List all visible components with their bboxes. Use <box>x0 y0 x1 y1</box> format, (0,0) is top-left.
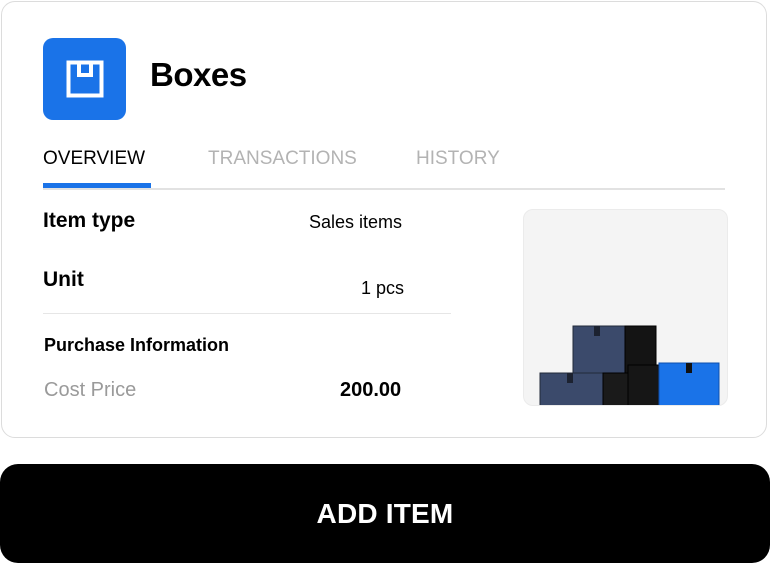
divider <box>43 313 451 314</box>
item-type-value: Sales items <box>309 212 403 232</box>
tab-bar: OVERVIEW TRANSACTIONS HISTORY <box>43 145 725 190</box>
tab-overview[interactable]: OVERVIEW <box>43 148 145 170</box>
unit-value: 1 pcs <box>361 278 405 298</box>
boxes-illustration <box>539 325 720 405</box>
purchase-section-title: Purchase Information <box>44 335 230 355</box>
item-avatar <box>43 38 126 120</box>
item-type-label: Item type <box>43 209 136 232</box>
item-image <box>523 209 728 406</box>
unit-label: Unit <box>43 268 84 291</box>
cost-price-value: 200.00 <box>340 379 402 401</box>
item-title: Boxes <box>150 56 247 93</box>
active-tab-indicator <box>43 183 151 188</box>
add-item-button[interactable]: ADD ITEM <box>0 464 770 563</box>
tab-transactions[interactable]: TRANSACTIONS <box>208 148 357 170</box>
item-card: Boxes OVERVIEW TRANSACTIONS HISTORY Item… <box>1 1 767 438</box>
tab-history[interactable]: HISTORY <box>416 148 500 170</box>
cost-price-label: Cost Price <box>44 379 137 401</box>
box-icon <box>66 60 103 98</box>
